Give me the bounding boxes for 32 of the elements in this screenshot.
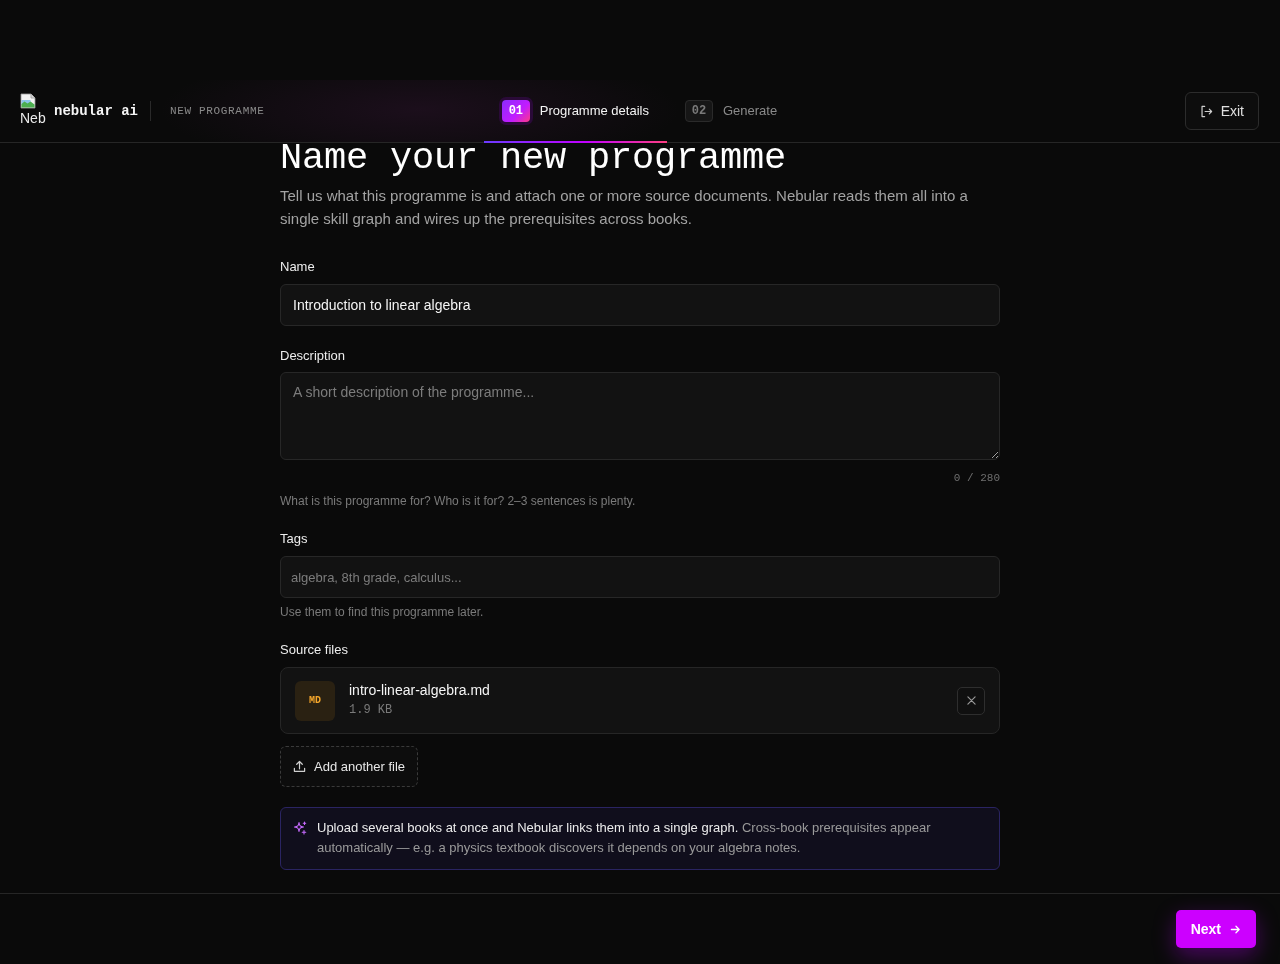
brand-name: nebular ai — [54, 103, 138, 119]
intro-text: Tell us what this programme is and attach one or more source documents. Nebular reads them all into a single skill graph and wires up the prerequisites across books. — [280, 186, 969, 229]
step-tab[interactable]: 02 Generate — [666, 80, 796, 143]
field-label: Tags — [280, 530, 309, 548]
remove-file-button[interactable] — [957, 686, 985, 715]
sparkle-icon — [293, 821, 307, 835]
notice-text: Upload several books at once and Nebular links them into a single graph. Cross-book prerequisites appear automatically — e.g. a physics textbook discovers it depends on your algebra notes. — [317, 819, 932, 857]
next-button[interactable]: Next — [1175, 910, 1256, 948]
tags-field[interactable]: algebra, 8th grade, calculus... — [280, 556, 1000, 598]
step-tab[interactable]: 01 Programme details — [483, 80, 667, 143]
step-number: 01 — [501, 99, 530, 122]
exit-icon — [1199, 104, 1213, 118]
field-label: Description — [280, 347, 347, 365]
arrow-right-icon — [1230, 923, 1241, 935]
add-file-button[interactable]: Add another file — [280, 746, 419, 787]
field-hint: What is this programme for? Who is it for? 2–3 sentences is plenty. — [280, 493, 637, 509]
step-number: 02 — [684, 99, 713, 122]
exit-button[interactable]: Exit — [1184, 92, 1259, 130]
file-size: 1.9 KB — [349, 702, 393, 718]
broken-image-icon — [20, 92, 36, 109]
logo-alt-text: Neb — [20, 110, 46, 126]
file-type-badge: MD — [295, 680, 335, 721]
field-label: Source files — [280, 641, 349, 659]
name-field[interactable]: Introduction to linear algebra — [280, 284, 1000, 326]
upload-icon — [293, 760, 306, 773]
section-label: NEW PROGRAMME — [170, 105, 265, 117]
field-label: Name — [280, 258, 316, 276]
file-name: intro-linear-algebra.md — [349, 681, 490, 699]
character-counter: 0 / 280 — [953, 471, 1000, 485]
description-field[interactable]: A short description of the programme... — [280, 372, 1000, 460]
field-hint: Use them to find this programme later. — [280, 604, 485, 620]
close-icon — [966, 696, 976, 705]
